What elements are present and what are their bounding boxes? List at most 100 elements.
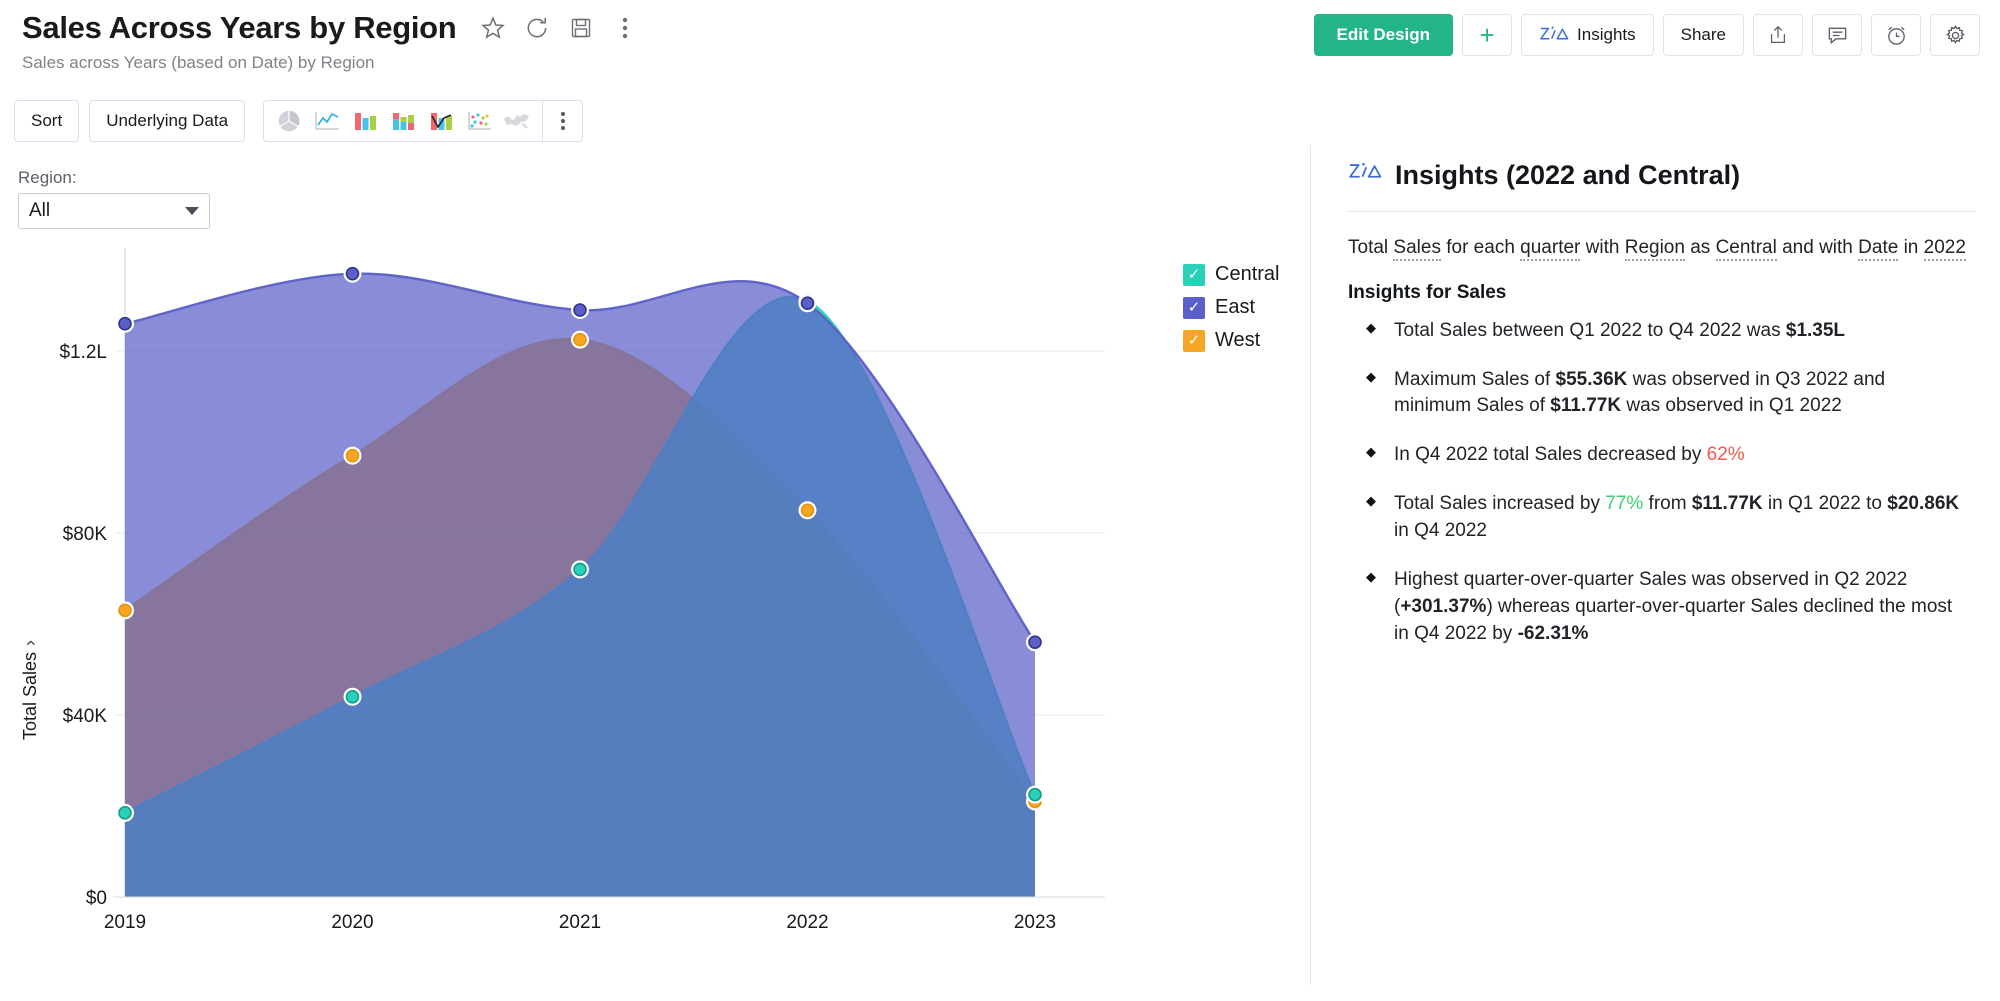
insight-term[interactable]: 2022 <box>1924 237 1966 261</box>
insight-term[interactable]: Sales <box>1393 237 1441 261</box>
bar-chart-icon[interactable] <box>346 104 384 138</box>
series-area-east[interactable] <box>125 274 1035 897</box>
legend-checkbox-west[interactable]: ✓ <box>1183 330 1205 352</box>
toolbar-more-icon[interactable] <box>543 100 583 142</box>
zia-logo-icon <box>1348 159 1382 191</box>
data-point-central-2023[interactable] <box>1029 789 1041 801</box>
alarm-icon[interactable] <box>1871 14 1921 56</box>
data-point-central-2021[interactable] <box>574 563 586 575</box>
data-point-east-2019[interactable] <box>119 318 131 330</box>
insight-value: 62% <box>1707 444 1745 465</box>
x-axis-tick-label: 2022 <box>786 912 828 933</box>
insight-term[interactable]: Central <box>1716 237 1777 261</box>
insights-bullet-list: Total Sales between Q1 2022 to Q4 2022 w… <box>1348 318 1966 649</box>
favorite-star-icon[interactable] <box>480 15 506 41</box>
insight-value: +301.37% <box>1400 596 1486 617</box>
report-page: Sales Across Years by Region <box>0 0 2000 1001</box>
insights-title: Insights (2022 and Central) <box>1395 160 1740 191</box>
x-axis-tick-label: 2019 <box>104 912 146 933</box>
title-icon-group <box>480 15 638 41</box>
insight-value: $11.77K <box>1692 493 1763 514</box>
y-axis-tick-label: $1.2L <box>59 342 107 363</box>
insight-term[interactable]: quarter <box>1520 237 1580 261</box>
data-point-east-2023[interactable] <box>1029 636 1041 648</box>
legend-checkbox-east[interactable]: ✓ <box>1183 297 1205 319</box>
underlying-data-button[interactable]: Underlying Data <box>89 100 245 142</box>
page-title: Sales Across Years by Region <box>22 10 456 46</box>
chart-toolbar: Sort Underlying Data <box>14 100 583 142</box>
region-filter-label: Region: <box>18 168 210 188</box>
insights-button-label: Insights <box>1577 25 1636 45</box>
add-button[interactable]: + <box>1462 14 1512 56</box>
insight-value: $1.35L <box>1786 320 1845 341</box>
insight-bullet: Highest quarter-over-quarter Sales was o… <box>1364 567 1966 648</box>
chart-legend: ✓Central✓East✓West <box>1183 263 1279 352</box>
data-point-west-2019[interactable] <box>119 604 131 616</box>
legend-checkbox-central[interactable]: ✓ <box>1183 264 1205 286</box>
area-chart[interactable]: $0$40K$80K$1.2L20192020202120222023 <box>0 240 1310 1000</box>
insight-text: in <box>1898 237 1923 258</box>
export-icon[interactable] <box>1753 14 1803 56</box>
data-point-west-2021[interactable] <box>574 334 586 346</box>
insight-term[interactable]: Date <box>1858 237 1898 261</box>
insights-body: Total Sales for each quarter with Region… <box>1336 212 1984 648</box>
page-subtitle: Sales across Years (based on Date) by Re… <box>22 53 1978 73</box>
insight-value: $11.77K <box>1550 395 1621 416</box>
insight-text: from <box>1643 493 1692 514</box>
chevron-down-icon <box>185 207 199 215</box>
insight-text: Maximum Sales of <box>1394 369 1556 390</box>
gear-icon[interactable] <box>1930 14 1980 56</box>
insight-term[interactable]: Region <box>1625 237 1685 261</box>
scatter-chart-icon[interactable] <box>460 104 498 138</box>
insight-value: $20.86K <box>1887 493 1959 514</box>
insight-bullet: Total Sales between Q1 2022 to Q4 2022 w… <box>1364 318 1966 345</box>
header-actions: Edit Design + Insights Share <box>1314 14 1980 56</box>
data-point-central-2020[interactable] <box>347 691 359 703</box>
insight-text: for each <box>1441 237 1520 258</box>
data-point-central-2019[interactable] <box>119 807 131 819</box>
pie-chart-icon[interactable] <box>270 104 308 138</box>
insight-text: and with <box>1777 237 1858 258</box>
x-axis-tick-label: 2023 <box>1014 912 1056 933</box>
y-axis-chevron-icon: › <box>20 640 41 646</box>
insight-text: with <box>1580 237 1624 258</box>
legend-item-central[interactable]: ✓Central <box>1183 263 1279 286</box>
y-axis-title-text: Total Sales <box>20 652 40 740</box>
more-options-icon[interactable] <box>612 15 638 41</box>
legend-item-west[interactable]: ✓ West <box>1183 329 1279 352</box>
y-axis-tick-label: $0 <box>86 888 107 909</box>
combo-chart-icon[interactable] <box>422 104 460 138</box>
insight-text: was observed in Q1 2022 <box>1621 395 1842 416</box>
refresh-icon[interactable] <box>524 15 550 41</box>
stacked-bar-chart-icon[interactable] <box>384 104 422 138</box>
map-chart-icon[interactable] <box>498 104 536 138</box>
x-axis-tick-label: 2021 <box>559 912 601 933</box>
save-icon[interactable] <box>568 15 594 41</box>
data-point-west-2022[interactable] <box>802 504 814 516</box>
panel-divider <box>1310 145 1311 985</box>
insights-button[interactable]: Insights <box>1521 14 1654 56</box>
share-button[interactable]: Share <box>1663 14 1744 56</box>
region-filter-select[interactable]: All <box>18 193 210 229</box>
data-point-west-2020[interactable] <box>347 450 359 462</box>
insight-text: In Q4 2022 total Sales decreased by <box>1394 444 1707 465</box>
legend-label: East <box>1215 296 1255 319</box>
sort-button[interactable]: Sort <box>14 100 79 142</box>
x-axis-tick-label: 2020 <box>331 912 373 933</box>
insight-bullet: Total Sales increased by 77% from $11.77… <box>1364 491 1966 545</box>
insights-lead-text: Total Sales for each quarter with Region… <box>1348 234 1966 262</box>
line-chart-icon[interactable] <box>308 104 346 138</box>
legend-item-east[interactable]: ✓ East <box>1183 296 1279 319</box>
legend-label: West <box>1215 329 1260 352</box>
data-point-east-2021[interactable] <box>574 304 586 316</box>
insight-text: in Q1 2022 to <box>1763 493 1888 514</box>
data-point-east-2020[interactable] <box>347 268 359 280</box>
y-axis-title[interactable]: Total Sales › <box>20 640 41 740</box>
plus-icon: + <box>1479 22 1494 48</box>
edit-design-button[interactable]: Edit Design <box>1314 14 1454 56</box>
comment-icon[interactable] <box>1812 14 1862 56</box>
data-point-east-2022[interactable] <box>802 297 814 309</box>
insight-text: in Q4 2022 <box>1394 520 1487 541</box>
region-filter-value: All <box>29 200 50 222</box>
insight-text: Total Sales increased by <box>1394 493 1605 514</box>
